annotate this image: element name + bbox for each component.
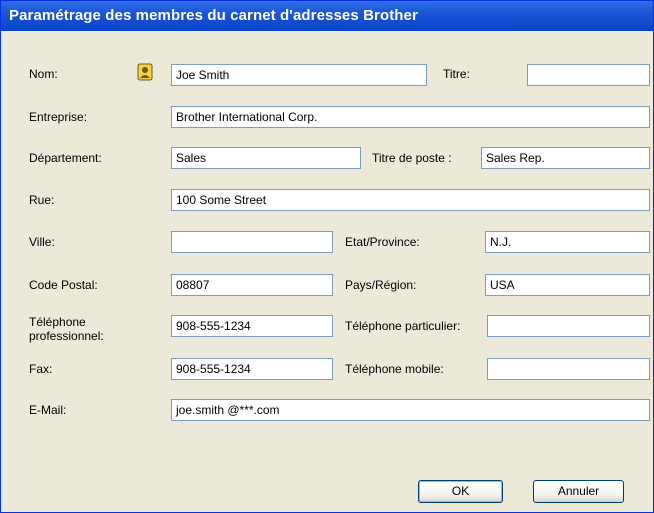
fax-field[interactable]: 908-555-1234 — [171, 358, 333, 380]
entreprise-field[interactable]: Brother International Corp. — [171, 106, 650, 128]
annuler-button[interactable]: Annuler — [533, 480, 624, 503]
ok-button[interactable]: OK — [418, 480, 503, 503]
etat-field[interactable]: N.J. — [485, 231, 650, 253]
title-bar: Paramétrage des membres du carnet d'adre… — [1, 1, 653, 31]
rue-field[interactable]: 100 Some Street — [171, 189, 650, 211]
tel-part-field[interactable] — [487, 315, 650, 337]
nom-field[interactable]: Joe Smith — [171, 64, 427, 86]
label-tel-mobile: Téléphone mobile: — [345, 362, 444, 376]
label-ville: Ville: — [29, 235, 55, 249]
label-tel-part: Téléphone particulier: — [345, 319, 461, 333]
email-field[interactable]: joe.smith @***.com — [171, 399, 650, 421]
label-tel-pro: Téléphone professionnel: — [29, 315, 104, 343]
label-rue: Rue: — [29, 193, 55, 207]
label-email: E-Mail: — [29, 403, 67, 417]
contact-card-icon — [137, 63, 153, 81]
label-entreprise: Entreprise: — [29, 110, 88, 124]
tel-pro-field[interactable]: 908-555-1234 — [171, 315, 333, 337]
code-postal-field[interactable]: 08807 — [171, 274, 333, 296]
label-departement: Département: — [29, 151, 102, 165]
label-tel-pro-line1: Téléphone — [29, 315, 86, 329]
label-titre-poste: Titre de poste : — [372, 151, 452, 165]
ville-field[interactable] — [171, 231, 333, 253]
label-pays: Pays/Région: — [345, 278, 417, 292]
pays-field[interactable]: USA — [485, 274, 650, 296]
dialog-window: Paramétrage des membres du carnet d'adre… — [0, 0, 654, 513]
departement-field[interactable]: Sales — [171, 147, 361, 169]
label-code-postal: Code Postal: — [29, 278, 98, 292]
label-tel-pro-line2: professionnel: — [29, 329, 104, 343]
label-titre: Titre: — [443, 67, 470, 81]
label-fax: Fax: — [29, 362, 53, 376]
tel-mobile-field[interactable] — [487, 358, 650, 380]
label-nom: Nom: — [29, 67, 58, 81]
label-etat: Etat/Province: — [345, 235, 420, 249]
titre-field[interactable] — [527, 64, 650, 86]
titre-poste-field[interactable]: Sales Rep. — [481, 147, 650, 169]
